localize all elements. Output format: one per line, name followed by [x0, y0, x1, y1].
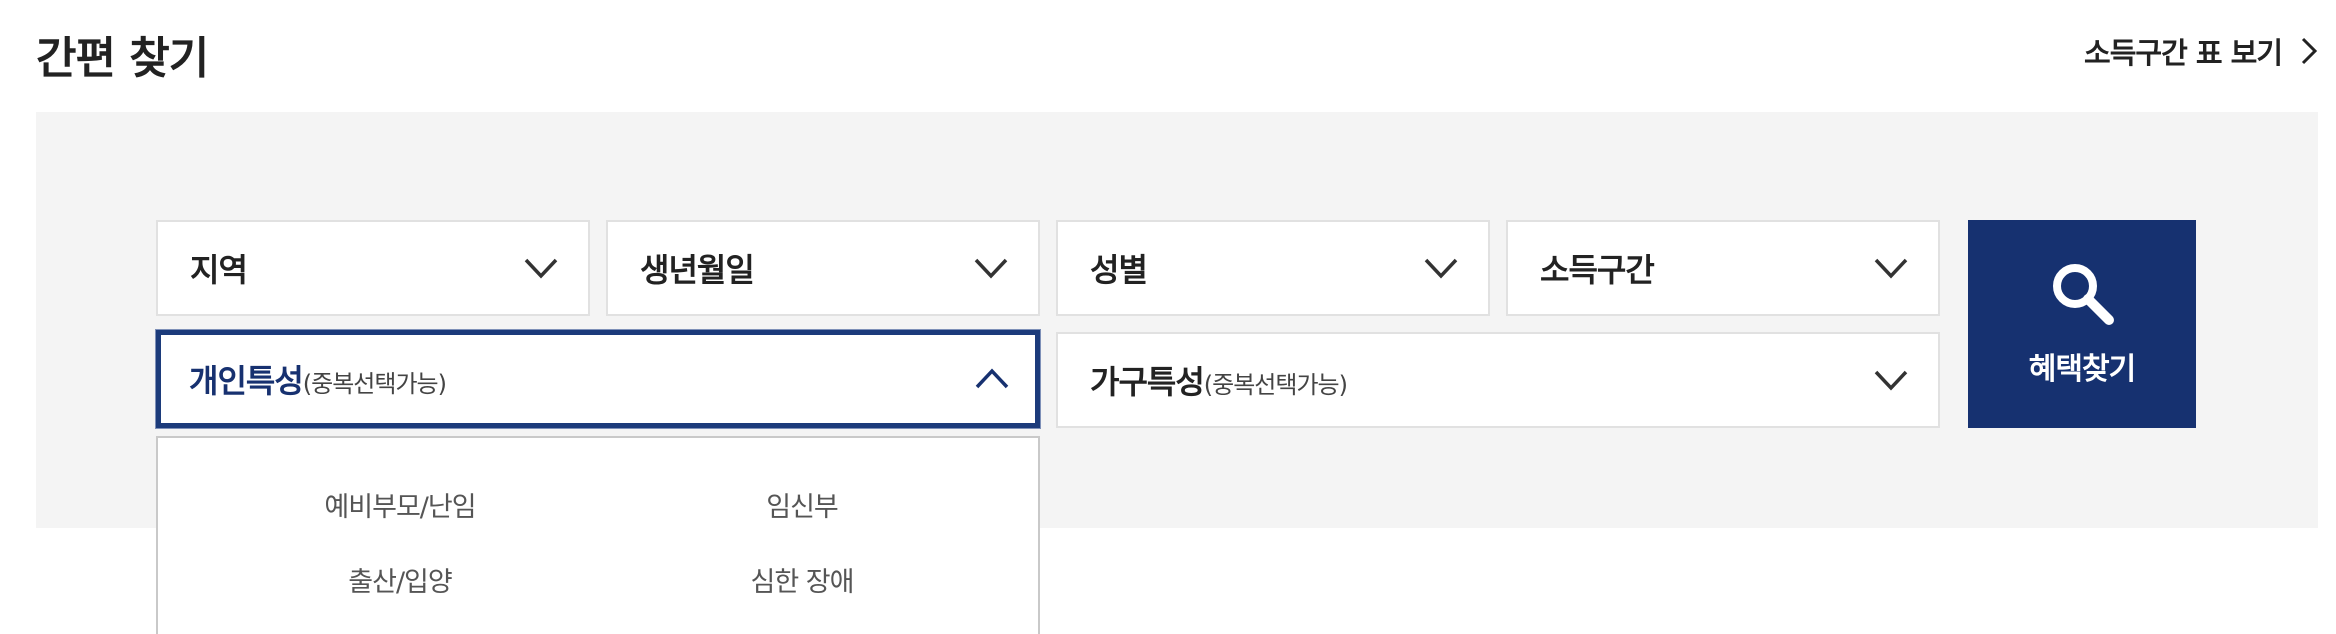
chevron-down-icon [974, 258, 1008, 279]
option-severe-disability[interactable]: 심한 장애 [751, 560, 855, 599]
household-traits-note: (중복선택가능) [1203, 371, 1348, 399]
option-birth-adoption[interactable]: 출산/입양 [348, 560, 452, 599]
option-prospective-parents[interactable]: 예비부모/난임 [324, 485, 476, 524]
option-pregnant[interactable]: 임신부 [766, 485, 839, 524]
region-select[interactable]: 지역 [156, 220, 590, 316]
chevron-down-icon [1874, 370, 1908, 391]
search-icon [2053, 264, 2114, 325]
income-select-label: 소득구간 [1540, 251, 1655, 289]
personal-traits-select[interactable]: 개인특성(중복선택가능) [156, 330, 1040, 428]
find-benefits-label: 혜택찾기 [2028, 352, 2136, 387]
chevron-down-icon [524, 258, 558, 279]
household-traits-label: 가구특성(중복선택가능) [1090, 357, 1348, 403]
page-title: 간편 찾기 [36, 33, 209, 84]
household-traits-select[interactable]: 가구특성(중복선택가능) [1056, 332, 1940, 428]
personal-traits-title: 개인특성 [189, 362, 304, 400]
personal-traits-dropdown: 예비부모/난임 임신부 출산/입양 심한 장애 [156, 436, 1040, 634]
personal-traits-note: (중복선택가능) [302, 370, 447, 398]
income-table-link-label: 소득구간 표 보기 [2084, 36, 2283, 70]
birthdate-select-label: 생년월일 [640, 251, 755, 289]
chevron-down-icon [1424, 258, 1458, 279]
household-traits-title: 가구특성 [1090, 363, 1205, 401]
gender-select[interactable]: 성별 [1056, 220, 1490, 316]
birthdate-select[interactable]: 생년월일 [606, 220, 1040, 316]
income-table-link[interactable]: 소득구간 표 보기 [2084, 30, 2318, 72]
gender-select-label: 성별 [1090, 251, 1148, 289]
chevron-down-icon [1874, 258, 1908, 279]
chevron-up-icon [975, 368, 1009, 389]
find-benefits-button[interactable]: 혜택찾기 [1968, 220, 2196, 428]
region-select-label: 지역 [190, 251, 248, 289]
chevron-right-icon [2301, 37, 2318, 65]
income-select[interactable]: 소득구간 [1506, 220, 1940, 316]
personal-traits-label: 개인특성(중복선택가능) [189, 356, 447, 402]
